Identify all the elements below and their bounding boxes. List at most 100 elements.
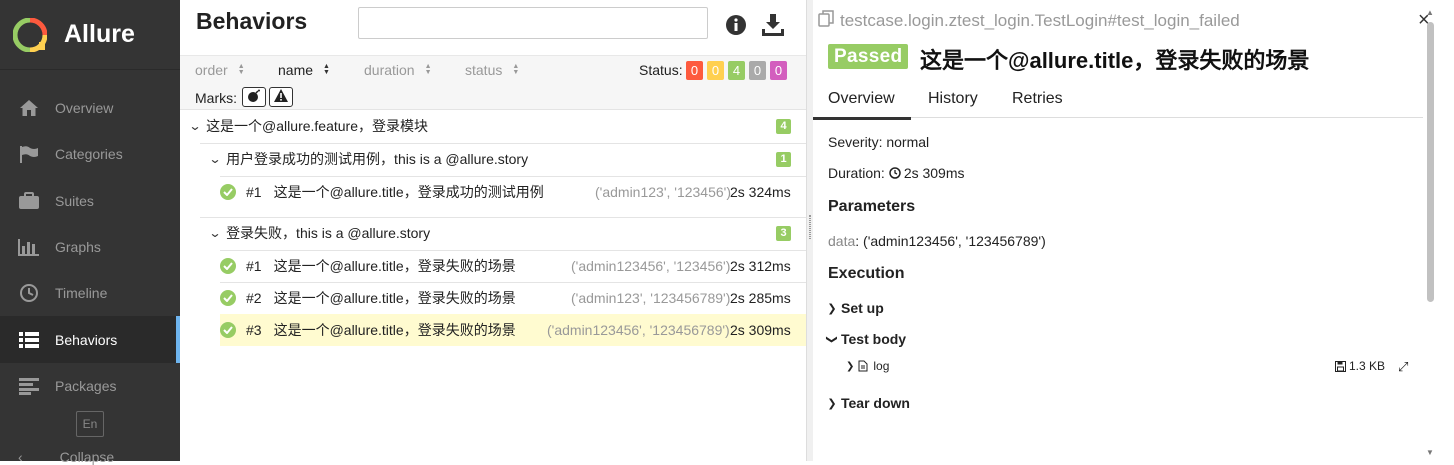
chevron-down-icon: ⌄ [208, 226, 222, 240]
tree-row[interactable]: #1 这是一个@allure.title，登录成功的测试用例 ('admin12… [220, 176, 806, 208]
info-icon[interactable] [725, 14, 747, 36]
new-failed-mark-button[interactable] [269, 87, 293, 107]
language-button[interactable]: En [76, 411, 104, 437]
scroll-up-icon[interactable]: ▲ [1426, 8, 1434, 17]
sorter-label: name [278, 62, 314, 78]
sorter-order[interactable]: order ▲ ▼ [195, 62, 245, 78]
tree-row[interactable]: #1 这是一个@allure.title，登录失败的场景 ('admin1234… [220, 250, 806, 282]
case-params: ('admin123456', '123456789') [547, 322, 730, 338]
search-input[interactable] [358, 7, 708, 39]
case-number: #1 [246, 258, 262, 274]
detail-pane: testcase.login.ztest_login.TestLogin#tes… [813, 0, 1454, 461]
case-title: 这是一个@allure.title，登录成功的测试用例 [273, 184, 544, 200]
step-label: Test body [841, 331, 907, 347]
sidebar-item-label: Suites [55, 192, 94, 209]
expand-icon[interactable]: ⤢ [1398, 359, 1408, 375]
sorter-status[interactable]: status ▲ ▼ [465, 62, 519, 78]
sorter-label: status [465, 62, 503, 78]
sort-icon: ▲ ▼ [323, 63, 330, 76]
tab-overview[interactable]: Overview [813, 90, 911, 120]
parameter-row: data: ('admin123456', '123456789') [828, 233, 1046, 249]
attachment-log[interactable]: ❯ log [846, 359, 889, 373]
pane-splitter[interactable] [806, 0, 813, 461]
sidebar-item-graphs[interactable]: Graphs [0, 224, 180, 270]
case-number: #3 [246, 322, 262, 338]
passed-status-icon [220, 258, 236, 274]
status-skipped-count[interactable]: 0 [749, 61, 766, 80]
sorter-duration[interactable]: duration ▲ ▼ [364, 62, 432, 78]
sort-icon: ▲ ▼ [424, 63, 432, 76]
case-params: ('admin123', '123456789') [571, 290, 731, 306]
count-badge: 1 [776, 151, 791, 167]
case-title: 这是一个@allure.title，登录失败的场景 [273, 322, 516, 338]
chevron-down-icon: ⌄ [188, 119, 202, 133]
sorter-label: duration [364, 62, 415, 78]
test-fullname: testcase.login.ztest_login.TestLogin#tes… [818, 10, 1240, 32]
step-test-body[interactable]: ❯ Test body [825, 331, 907, 347]
clock-icon [889, 167, 901, 179]
copy-icon[interactable] [818, 10, 834, 32]
sidebar-item-suites[interactable]: Suites [0, 178, 180, 224]
scrollbar-thumb[interactable] [1427, 22, 1434, 302]
sidebar-item-behaviors[interactable]: Behaviors [0, 316, 180, 364]
tab-history[interactable]: History [928, 90, 978, 108]
sidebar-item-packages[interactable]: Packages [0, 363, 180, 409]
scrollbar[interactable]: ▲ ▼ [1426, 8, 1435, 457]
sorter-name[interactable]: name ▲ ▼ [278, 62, 330, 78]
chevron-down-icon: ❯ [825, 334, 838, 344]
execution-heading: Execution [828, 265, 905, 282]
case-duration: 2s 309ms [730, 322, 791, 338]
chevron-right-icon: ❯ [827, 397, 837, 410]
group-label: 用户登录成功的测试用例，this is a @allure.story [226, 151, 529, 167]
step-teardown[interactable]: ❯ Tear down [825, 395, 910, 411]
chevron-right-icon: ❯ [827, 302, 837, 315]
chevron-right-icon: ❯ [846, 360, 855, 372]
tree-group-story-success[interactable]: ⌄ 用户登录成功的测试用例，this is a @allure.story 1 [208, 143, 791, 175]
sidebar-item-label: Graphs [55, 239, 101, 256]
group-label: 登录失败，this is a @allure.story [226, 225, 431, 241]
brand[interactable]: Allure [0, 0, 180, 70]
tree-group-feature[interactable]: ⌄ 这是一个@allure.feature，登录模块 4 [188, 110, 791, 142]
collapse-button[interactable]: ‹ Collapse [18, 449, 114, 465]
allure-logo-icon [12, 17, 48, 52]
download-icon[interactable] [760, 12, 786, 38]
status-unknown-count[interactable]: 0 [770, 61, 787, 80]
sidebar-item-label: Overview [55, 100, 114, 117]
save-icon [1335, 360, 1346, 372]
status-broken-count[interactable]: 0 [707, 61, 724, 80]
tree-group-story-failed[interactable]: ⌄ 登录失败，this is a @allure.story 3 [208, 217, 791, 249]
sidebar-item-categories[interactable]: Categories [0, 131, 180, 177]
passed-status-icon [220, 322, 236, 338]
status-failed-count[interactable]: 0 [686, 61, 703, 80]
tree-toolbar: order ▲ ▼ name ▲ ▼ duration ▲ ▼ status ▲ ▼ S… [180, 55, 806, 110]
sidebar-item-timeline[interactable]: Timeline [0, 270, 180, 316]
case-params: ('admin123', '123456') [595, 184, 732, 200]
home-icon [18, 98, 40, 118]
file-icon [858, 360, 868, 372]
sorter-label: order [195, 62, 228, 78]
attachment-size: 1.3 KB [1335, 359, 1385, 373]
flaky-mark-button[interactable] [242, 87, 266, 107]
tree-row-selected[interactable]: #3 这是一个@allure.title，登录失败的场景 ('admin1234… [220, 314, 806, 346]
step-setup[interactable]: ❯ Set up [825, 300, 883, 316]
flag-icon [18, 144, 40, 164]
bar-chart-icon [18, 237, 40, 257]
status-label: Status: [639, 62, 683, 78]
collapse-label: Collapse [59, 449, 115, 465]
fullname-text: testcase.login.ztest_login.TestLogin#tes… [840, 11, 1240, 30]
sort-icon: ▲ ▼ [512, 63, 520, 76]
tree-pane: Behaviors order ▲ ▼ name ▲ ▼ duration ▲ ▼ s… [180, 0, 806, 461]
page-title: Behaviors [196, 8, 308, 34]
tab-retries[interactable]: Retries [1012, 90, 1063, 108]
duration-label: Duration: [828, 165, 885, 181]
status-passed-count[interactable]: 4 [728, 61, 745, 80]
scroll-down-icon[interactable]: ▼ [1426, 448, 1434, 457]
sidebar-item-label: Packages [55, 377, 117, 394]
detail-tabs: Overview History Retries [813, 82, 1423, 120]
chevron-left-icon: ‹ [18, 449, 23, 465]
case-duration: 2s 324ms [730, 184, 791, 200]
sidebar: Allure Overview Categories Suites Graphs… [0, 0, 180, 465]
sidebar-item-overview[interactable]: Overview [0, 85, 180, 131]
tree-row[interactable]: #2 这是一个@allure.title，登录失败的场景 ('admin123'… [220, 282, 806, 314]
attachment-name: log [873, 359, 890, 373]
